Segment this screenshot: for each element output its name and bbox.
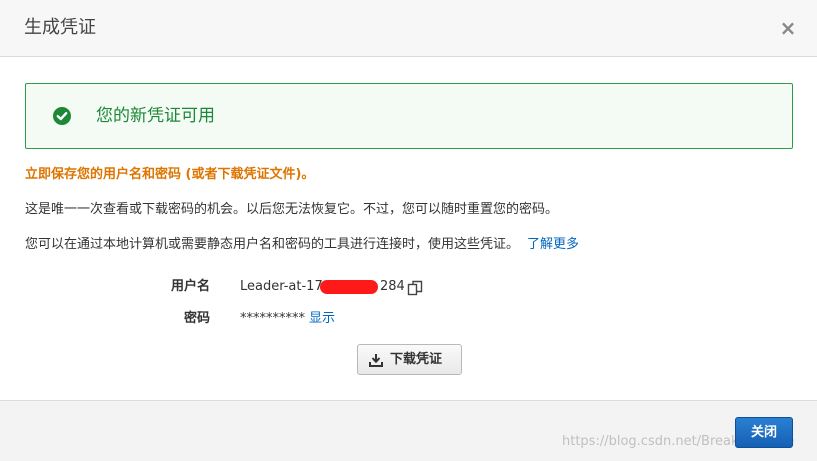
- check-circle-icon: [53, 107, 71, 125]
- password-row: ********** 显示: [240, 310, 335, 328]
- redaction-mark: [320, 280, 378, 294]
- close-icon[interactable]: ×: [778, 16, 798, 40]
- dialog-footer: https://blog.csdn.net/Breaksoftware 关闭: [0, 400, 817, 461]
- username-prefix: Leader-at-17: [240, 279, 323, 294]
- info-text-2-body: 您可以在通过本地计算机或需要静态用户名和密码的工具进行连接时，使用这些凭证。: [25, 237, 520, 252]
- password-label: 密码: [183, 311, 210, 326]
- success-alert: 您的新凭证可用: [25, 83, 793, 149]
- username-label: 用户名: [170, 279, 210, 294]
- dialog-title: 生成凭证: [24, 17, 96, 38]
- success-message: 您的新凭证可用: [96, 106, 215, 126]
- username-suffix: 284: [380, 279, 405, 294]
- download-button-label: 下载凭证: [390, 352, 443, 367]
- password-masked: **********: [240, 311, 305, 326]
- save-warning: 立即保存您的用户名和密码 (或者下载凭证文件)。: [25, 167, 315, 182]
- download-icon: [369, 354, 383, 367]
- close-button[interactable]: 关闭: [735, 417, 793, 448]
- show-password-link[interactable]: 显示: [309, 311, 335, 326]
- download-credentials-button[interactable]: 下载凭证: [357, 344, 462, 375]
- dialog-header: 生成凭证 ×: [0, 0, 817, 57]
- info-text-2: 您可以在通过本地计算机或需要静态用户名和密码的工具进行连接时，使用这些凭证。 了解…: [25, 236, 579, 254]
- copy-icon[interactable]: [407, 280, 423, 296]
- learn-more-link[interactable]: 了解更多: [527, 237, 579, 252]
- info-text-1: 这是唯一一次查看或下载密码的机会。以后您无法恢复它。不过，您可以随时重置您的密码…: [25, 202, 559, 217]
